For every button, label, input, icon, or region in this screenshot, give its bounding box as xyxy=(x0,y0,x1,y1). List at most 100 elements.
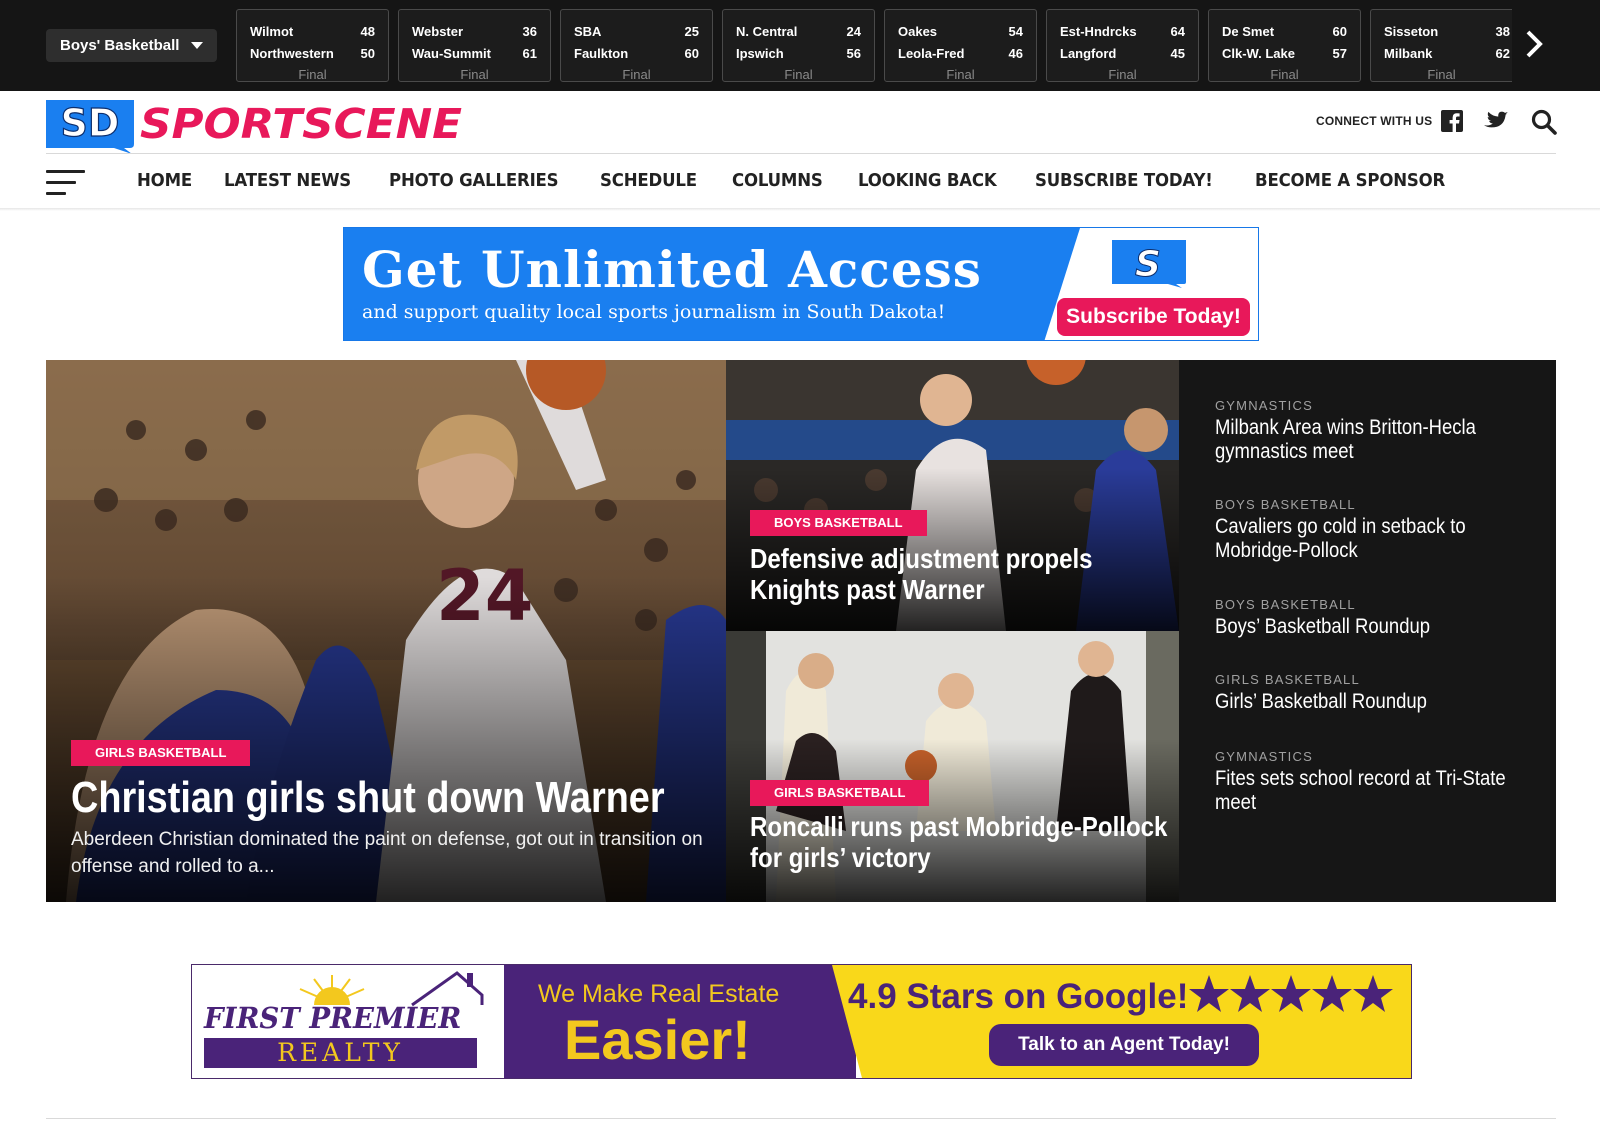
nav-item-looking-back[interactable]: LOOKING BACK xyxy=(858,170,997,196)
team-score: 60 xyxy=(1332,24,1347,39)
score-card[interactable]: Wilmot 48 Northwestern 50 Final xyxy=(236,9,389,82)
sd-s-badge-icon: S xyxy=(1112,240,1186,288)
story-excerpt: Aberdeen Christian dominated the paint o… xyxy=(71,829,703,877)
nav-item-photo-galleries[interactable]: PHOTO GALLERIES xyxy=(389,170,559,196)
list-item[interactable]: GYMNASTICS Milbank Area wins Britton-Hec… xyxy=(1215,398,1535,464)
realty-brand-sub: REALTY xyxy=(204,1038,477,1068)
score-card[interactable]: SBA 25 Faulkton 60 Final xyxy=(560,9,713,82)
game-status: Final xyxy=(460,67,489,82)
realty-tagline-emphasis: Easier! xyxy=(564,1008,751,1071)
search-icon[interactable] xyxy=(1531,109,1557,135)
connect-label: CONNECT WITH US xyxy=(1316,114,1433,128)
list-item-category: BOYS BASKETBALL xyxy=(1215,597,1356,612)
team-name: Oakes xyxy=(898,24,938,39)
subscribe-today-button[interactable]: Subscribe Today! xyxy=(1057,298,1250,336)
list-item-title[interactable]: Milbank Area wins Britton-Hecla gymnasti… xyxy=(1215,416,1532,464)
list-item[interactable]: BOYS BASKETBALL Cavaliers go cold in set… xyxy=(1215,497,1535,563)
sport-selector-dropdown[interactable]: Boys' Basketball xyxy=(46,29,217,62)
team-score: 48 xyxy=(360,24,375,39)
game-status: Final xyxy=(622,67,651,82)
team-name: Wilmot xyxy=(250,24,294,39)
nav-item-latest-news[interactable]: LATEST NEWS xyxy=(224,170,351,196)
nav-item-home[interactable]: HOME xyxy=(137,170,192,196)
score-card[interactable]: Sisseton 38 Milbank 62 Final xyxy=(1370,9,1512,82)
site-logo[interactable]: SD SPORTSCENE xyxy=(46,98,466,154)
hamburger-icon[interactable] xyxy=(46,170,86,196)
score-card[interactable]: Est-Hndrcks 64 Langford 45 Final xyxy=(1046,9,1199,82)
list-item-title[interactable]: Boys’ Basketball Roundup xyxy=(1215,615,1532,639)
team-name: Ipswich xyxy=(736,46,784,61)
team-score: 64 xyxy=(1170,24,1185,39)
team-name: SBA xyxy=(574,24,602,39)
realty-logo: FIRST PREMIER REALTY xyxy=(192,965,504,1078)
category-tag[interactable]: GIRLS BASKETBALL xyxy=(750,780,930,806)
team-score: 38 xyxy=(1495,24,1510,39)
category-tag[interactable]: GIRLS BASKETBALL xyxy=(71,740,251,766)
team-name: Webster xyxy=(412,24,464,39)
header-divider xyxy=(46,153,1556,154)
list-item[interactable]: GIRLS BASKETBALL Girls’ Basketball Round… xyxy=(1215,672,1535,714)
subscribe-ad-banner[interactable]: Get Unlimited Access and support quality… xyxy=(343,227,1259,341)
list-item-category: BOYS BASKETBALL xyxy=(1215,497,1356,512)
team-score: 57 xyxy=(1332,46,1347,61)
score-card[interactable]: Oakes 54 Leola-Fred 46 Final xyxy=(884,9,1037,82)
facebook-icon[interactable] xyxy=(1441,110,1463,132)
list-item-category: GIRLS BASKETBALL xyxy=(1215,672,1360,687)
featured-story-main[interactable]: 24 GIRLS BASKETBALL Christian girls shut… xyxy=(46,360,726,902)
nav-item-columns[interactable]: COLUMNS xyxy=(732,170,823,196)
five-star-rating-icon xyxy=(1189,975,1393,1012)
nav-item-subscribe[interactable]: SUBSCRIBE TODAY! xyxy=(1035,170,1213,196)
score-card[interactable]: Webster 36 Wau-Summit 61 Final xyxy=(398,9,551,82)
featured-story-top-right[interactable]: BOYS BASKETBALL Defensive adjustment pro… xyxy=(726,360,1179,631)
talk-to-agent-button[interactable]: Talk to an Agent Today! xyxy=(989,1024,1259,1066)
logo-badge: SD xyxy=(61,101,120,145)
team-score: 54 xyxy=(1008,24,1023,39)
ad-subline: and support quality local sports journal… xyxy=(362,301,946,323)
list-item-title[interactable]: Cavaliers go cold in setback to Mobridge… xyxy=(1215,515,1532,563)
nav-shadow xyxy=(0,208,1600,211)
list-item-title[interactable]: Fites sets school record at Tri-State me… xyxy=(1215,767,1532,815)
scores-bar: Boys' Basketball Wilmot 48 Northwestern 50… xyxy=(0,0,1600,91)
main-nav: HOME LATEST NEWS PHOTO GALLERIES SCHEDUL… xyxy=(137,170,1489,196)
game-status: Final xyxy=(784,67,813,82)
nav-item-schedule[interactable]: SCHEDULE xyxy=(600,170,697,196)
featured-story-bottom-right[interactable]: GIRLS BASKETBALL Roncalli runs past Mobr… xyxy=(726,631,1179,902)
team-score: 62 xyxy=(1495,46,1510,61)
google-rating-text: 4.9 Stars on Google! xyxy=(848,977,1189,1016)
score-card[interactable]: N. Central 24 Ipswich 56 Final xyxy=(722,9,875,82)
game-status: Final xyxy=(1270,67,1299,82)
team-name: Leola-Fred xyxy=(898,46,965,61)
chevron-right-icon[interactable] xyxy=(1520,26,1550,62)
list-item-title[interactable]: Girls’ Basketball Roundup xyxy=(1215,690,1532,714)
team-score: 24 xyxy=(846,24,861,39)
game-status: Final xyxy=(946,67,975,82)
story-headline[interactable]: Christian girls shut down Warner xyxy=(71,773,665,823)
team-name: Langford xyxy=(1060,46,1117,61)
ad-headline: Get Unlimited Access xyxy=(362,240,982,299)
team-name: Clk-W. Lake xyxy=(1222,46,1295,61)
game-status: Final xyxy=(1427,67,1456,82)
team-name: Sisseton xyxy=(1384,24,1439,39)
story-headline[interactable]: Roncalli runs past Mobridge-Pollock for … xyxy=(750,811,1167,873)
team-score: 61 xyxy=(522,46,537,61)
team-name: Northwestern xyxy=(250,46,334,61)
nav-item-become-sponsor[interactable]: BECOME A SPONSOR xyxy=(1255,170,1445,196)
team-score: 60 xyxy=(684,46,699,61)
team-name: Faulkton xyxy=(574,46,629,61)
team-name: N. Central xyxy=(736,24,798,39)
realty-ad-banner[interactable]: FIRST PREMIER REALTY We Make Real Estate… xyxy=(191,964,1412,1079)
section-divider xyxy=(46,1118,1556,1119)
score-card[interactable]: De Smet 60 Clk-W. Lake 57 Final xyxy=(1208,9,1361,82)
logo-text: SPORTSCENE xyxy=(140,100,462,148)
list-item[interactable]: BOYS BASKETBALL Boys’ Basketball Roundup xyxy=(1215,597,1535,639)
list-item[interactable]: GYMNASTICS Fites sets school record at T… xyxy=(1215,749,1535,815)
sport-selector-label: Boys' Basketball xyxy=(60,37,180,54)
game-status: Final xyxy=(298,67,327,82)
team-name: De Smet xyxy=(1222,24,1275,39)
category-tag[interactable]: BOYS BASKETBALL xyxy=(750,510,927,536)
twitter-icon[interactable] xyxy=(1484,111,1508,131)
game-status: Final xyxy=(1108,67,1137,82)
story-headline[interactable]: Defensive adjustment propels Knights pas… xyxy=(750,543,1093,605)
team-score: 25 xyxy=(684,24,699,39)
team-name: Wau-Summit xyxy=(412,46,491,61)
